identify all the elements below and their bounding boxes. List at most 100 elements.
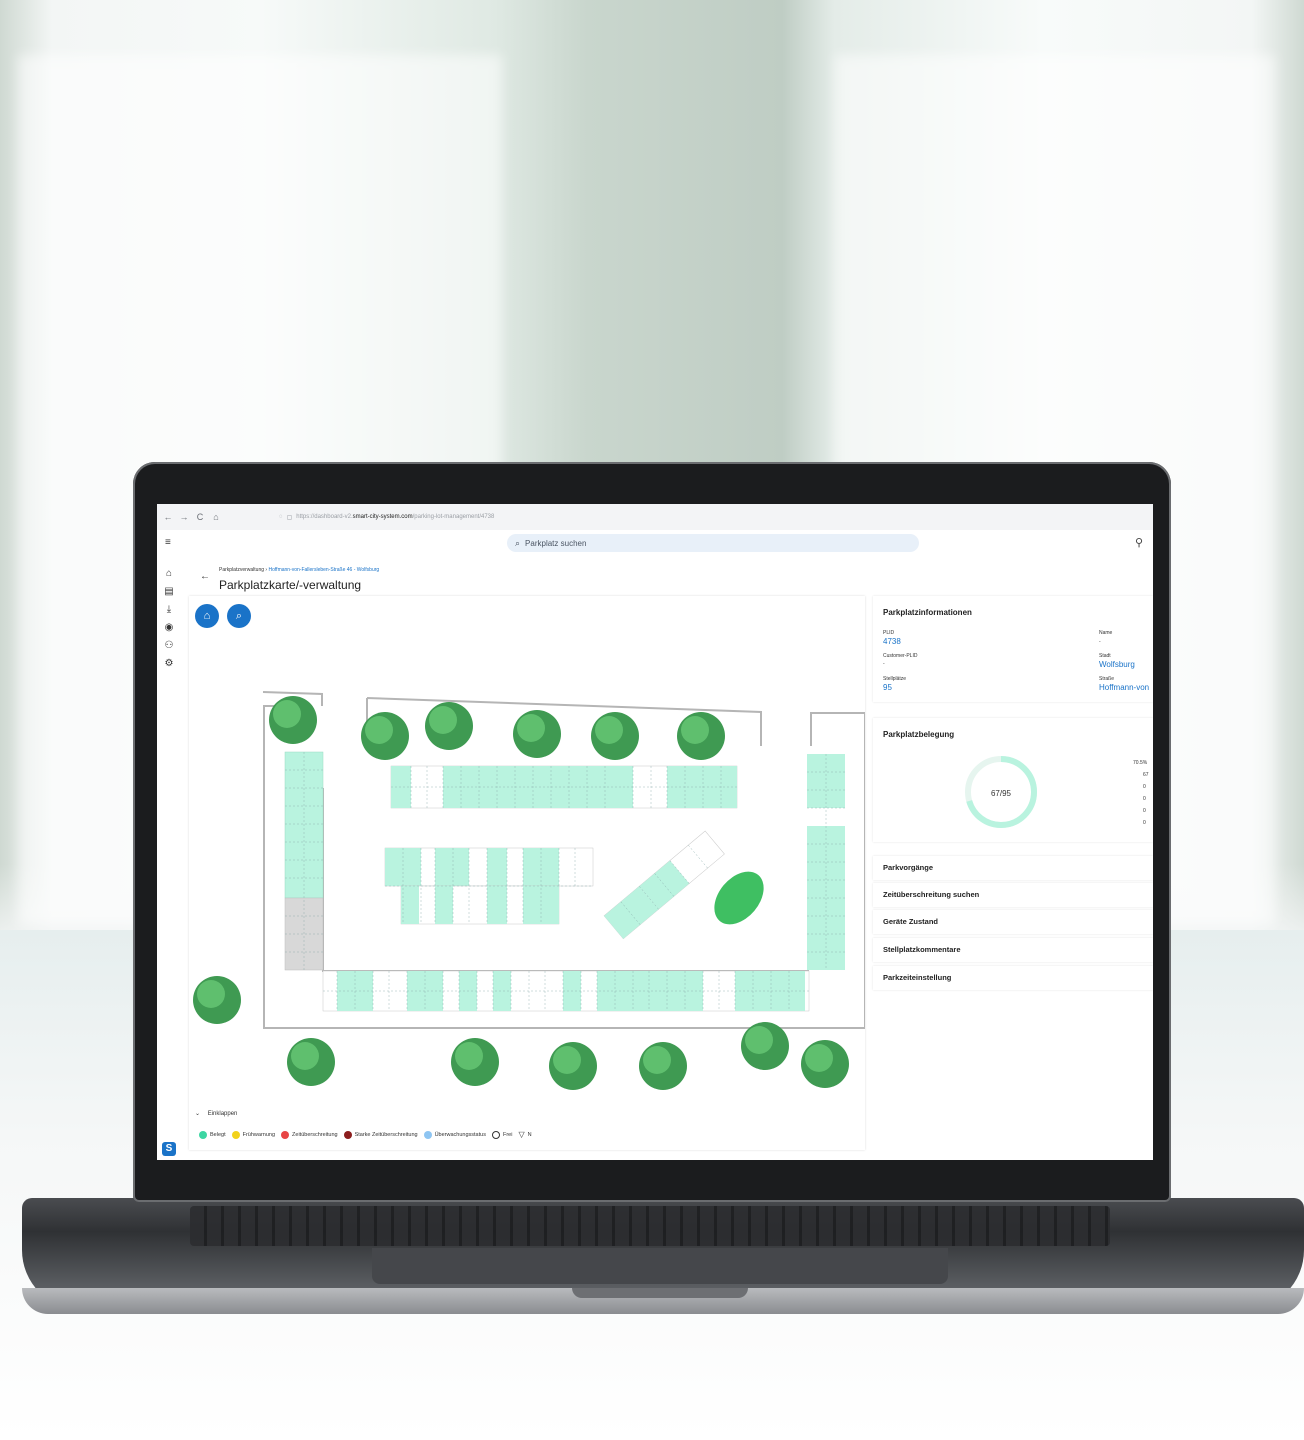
tree-highlight (197, 980, 225, 1008)
users-icon[interactable]: ⚇ (163, 640, 175, 652)
name-value: - (1099, 639, 1101, 645)
download-icon[interactable]: ⤓ (163, 604, 175, 616)
address-bar[interactable]: ◌ ▢ https://dashboard-v2. smart-city-sys… (279, 510, 979, 524)
legend-item-zeitueberschreitung: Zeitüberschreitung (281, 1130, 338, 1139)
green-island (714, 871, 764, 925)
compass-icon: ▽ (518, 1130, 525, 1139)
name-label: Name (1099, 630, 1113, 636)
street-value[interactable]: Hoffmann-von (1099, 683, 1149, 692)
bay-group (667, 766, 737, 808)
tree-highlight (429, 706, 457, 734)
legend-item-ueberwachungsstatus: Überwachungsstatus (423, 1130, 486, 1139)
parking-bays-middle (384, 847, 594, 925)
bay-group (735, 971, 805, 1011)
home-nav-icon[interactable]: ⌂ (211, 512, 221, 522)
menu-icon[interactable]: ≡ (165, 538, 175, 548)
user-settings-icon[interactable]: ⚙ (163, 658, 175, 670)
occupancy-count: 0 (1143, 820, 1146, 826)
donut-label: 67/95 (990, 789, 1012, 798)
customer-plid-label: Customer-PLID (883, 653, 918, 659)
search-placeholder: Parkplatz suchen (525, 538, 587, 548)
url-prefix: https://dashboard-v2. (296, 514, 353, 520)
sidebar-rail: ⌂ ▤ ⤓ ◉ ⚇ ⚙ S (157, 556, 181, 1160)
dashboard-icon[interactable]: ▤ (163, 586, 175, 598)
tree-highlight (595, 716, 623, 744)
plid-value[interactable]: 4738 (883, 637, 901, 646)
spaces-label: Stellplätze (883, 676, 907, 682)
breadcrumb: Parkplatzverwaltung › Hoffmann-von-Falle… (219, 567, 379, 573)
tree-highlight (455, 1042, 483, 1070)
legend-label: Überwachungsstatus (434, 1131, 486, 1138)
parking-search-input[interactable]: ⌕ Parkplatz suchen (507, 534, 919, 552)
back-arrow-icon[interactable]: ← (200, 571, 210, 582)
tree-highlight (643, 1046, 671, 1074)
breadcrumb-current[interactable]: Hoffmann-von-Fallersleben-Straße 46 - Wo… (268, 567, 379, 573)
legend-item-belegt: Belegt (199, 1130, 226, 1139)
parking-info-panel: Parkplatzinformationen PLID 4738 Name - … (873, 596, 1153, 702)
laptop-notch (572, 1288, 748, 1298)
legend-dot (491, 1130, 500, 1139)
plid-label: PLID (883, 630, 895, 636)
accordion-zeitueberschreitung-suchen[interactable]: Zeitüberschreitung suchen (873, 883, 1153, 907)
spaces-value[interactable]: 95 (883, 683, 892, 692)
home-icon[interactable]: ⌂ (163, 568, 175, 580)
collapse-toggle[interactable]: ⌄ Einklappen (195, 1110, 237, 1117)
url-host: smart-city-system.com (352, 514, 413, 520)
brand-logo: S (162, 1142, 176, 1156)
occupancy-donut (965, 756, 1037, 828)
reload-icon[interactable]: C (195, 512, 205, 522)
occupancy-count: 67 (1143, 772, 1149, 778)
occupancy-panel: Parkplatzbelegung 67/95 70.5% 67 0 0 0 0 (873, 718, 1153, 842)
accordion-geraete-zustand[interactable]: Geräte Zustand (873, 910, 1153, 934)
chevron-down-icon: ⌄ (195, 1111, 201, 1117)
back-nav-icon[interactable]: ← (163, 512, 173, 522)
occupancy-percent: 70.5% (1133, 760, 1148, 766)
collapse-label: Einklappen (207, 1111, 238, 1117)
bay (401, 886, 419, 924)
tree-highlight (365, 716, 393, 744)
occupancy-count: 0 (1143, 796, 1146, 802)
city-value[interactable]: Wolfsburg (1099, 660, 1135, 669)
bay (435, 886, 453, 924)
accordion-stellplatzkommentare[interactable]: Stellplatzkommentare (873, 938, 1153, 962)
bay (487, 886, 507, 924)
customer-plid-value: - (883, 661, 885, 667)
app-header: ≡ ⌕ Parkplatz suchen ⚲ (157, 530, 1153, 556)
legend-label: Belegt (210, 1131, 226, 1138)
page-icon: ▢ (286, 514, 293, 521)
tree-highlight (273, 700, 301, 728)
breadcrumb-root[interactable]: Parkplatzverwaltung (219, 567, 264, 573)
laptop-keyboard (190, 1206, 1110, 1246)
location-pin-icon[interactable]: ◉ (163, 622, 175, 634)
accordion-parkzeiteinstellung[interactable]: Parkzeiteinstellung (873, 966, 1153, 990)
legend-label: Starke Zeitüberschreitung (354, 1131, 418, 1138)
parking-bays-bottom (322, 970, 810, 1012)
legend-item-fruehwarnung: Frühwarnung (231, 1130, 276, 1139)
tree-highlight (291, 1042, 319, 1070)
legend-item-frei: Frei (491, 1130, 513, 1139)
accordion-parkvorgaenge[interactable]: Parkvorgänge (873, 856, 1153, 880)
legend-dot (281, 1130, 290, 1139)
parking-bays-left (284, 751, 324, 971)
city-label: Stadt (1099, 653, 1111, 659)
parking-map-panel: ⌂ ⌕ ⌄ Einklappen Belegt Frühwarnung Zeit… (189, 596, 865, 1150)
shield-icon: ◌ (279, 514, 283, 520)
forward-nav-icon[interactable]: → (179, 512, 189, 522)
bay-group (435, 848, 469, 886)
browser-toolbar: ← → C ⌂ ◌ ▢ https://dashboard-v2. smart-… (157, 504, 1153, 531)
compass-label: N (527, 1131, 532, 1138)
legend-label: Frei (502, 1131, 513, 1138)
parking-bays-top (390, 765, 738, 809)
legend-dot (423, 1130, 432, 1139)
laptop-trackpad (372, 1248, 948, 1284)
info-title: Parkplatzinformationen (883, 608, 972, 617)
url-path: /parking-lot-management/4738 (412, 514, 495, 520)
tree-highlight (553, 1046, 581, 1074)
tree-highlight (745, 1026, 773, 1054)
occupancy-count: 0 (1143, 808, 1146, 814)
legend-label: Frühwarnung (242, 1131, 276, 1138)
parking-lot-map (193, 691, 865, 1090)
compass: ▽ N (518, 1130, 531, 1139)
occupancy-count: 0 (1143, 784, 1146, 790)
notification-icon[interactable]: ⚲ (1135, 536, 1143, 549)
